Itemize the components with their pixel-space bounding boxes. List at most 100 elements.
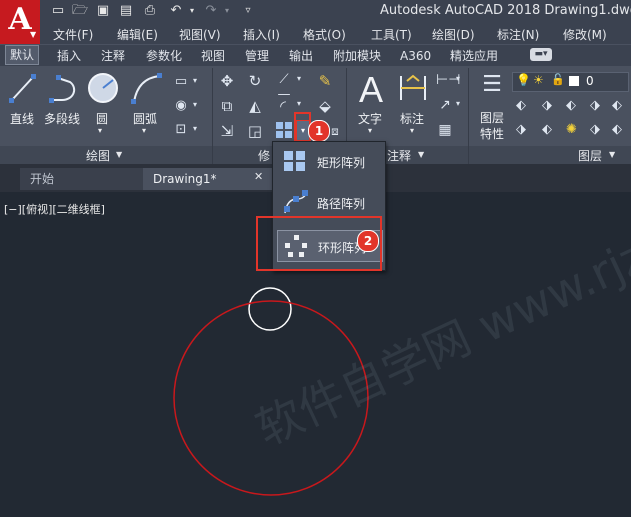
explode-icon[interactable]: ⬙ — [316, 97, 334, 115]
tab-view[interactable]: 视图 — [201, 47, 225, 65]
polyline-label: 多段线 — [44, 112, 81, 126]
tab-manage[interactable]: 管理 — [245, 47, 269, 65]
layer-properties-label-line1: 图层 — [480, 111, 505, 125]
layer-tool-icon[interactable]: ⬖ — [516, 98, 526, 113]
layer-tool-icon[interactable]: ⬖ — [612, 122, 622, 137]
leader-icon[interactable]: ↗ — [436, 97, 454, 115]
tab-annotate[interactable]: 注释 — [101, 47, 125, 65]
chevron-down-icon[interactable]: ▼ — [418, 150, 424, 159]
fillet-icon[interactable]: ◜ — [274, 97, 292, 115]
layer-tool-icon[interactable]: ⬗ — [590, 122, 600, 137]
save-as-icon[interactable]: ▤ — [118, 3, 134, 19]
rectangular-array-label: 矩形阵列 — [317, 156, 366, 170]
chevron-down-icon[interactable]: ▾ — [410, 126, 414, 135]
linear-dimension-icon[interactable]: ⊢⊣ — [436, 72, 460, 90]
layers-panel-title[interactable]: 图层 — [578, 147, 602, 164]
scale-icon[interactable]: ◲ — [246, 122, 264, 140]
menu-item-rectangular-array[interactable]: 矩形阵列 — [277, 146, 381, 176]
menu-dimension[interactable]: 标注(N) — [497, 26, 539, 43]
chevron-down-icon: ▼ — [30, 30, 37, 39]
offset-icon[interactable]: ⧈ — [328, 124, 342, 138]
ribbon-options-button[interactable]: ▬▾ — [530, 48, 552, 61]
menu-draw[interactable]: 绘图(D) — [432, 26, 475, 43]
array-button[interactable] — [275, 121, 293, 139]
redo-icon[interactable]: ↷ — [203, 3, 219, 19]
layer-properties-icon[interactable]: ☰ — [478, 72, 506, 104]
chevron-down-icon[interactable]: ▾ — [193, 100, 197, 109]
rotate-icon[interactable]: ↻ — [246, 72, 264, 90]
circle-button[interactable] — [87, 72, 119, 104]
lightbulb-icon: 💡 — [516, 73, 531, 87]
layer-tool-icon[interactable]: ⬖ — [542, 122, 552, 137]
callout-badge-1: 1 — [308, 120, 330, 142]
layer-tool-icon[interactable]: ⬗ — [542, 98, 552, 113]
tab-a360[interactable]: A360 — [400, 47, 431, 65]
dimension-button[interactable] — [397, 72, 429, 104]
polyline-button[interactable] — [48, 72, 82, 106]
open-folder-icon[interactable]: 🗁 — [72, 3, 88, 19]
chevron-down-icon[interactable]: ▾ — [297, 99, 301, 108]
menu-edit[interactable]: 编辑(E) — [117, 26, 158, 43]
mirror-icon[interactable]: ◭ — [246, 97, 264, 115]
table-icon[interactable]: ▦ — [436, 122, 454, 140]
chevron-down-icon[interactable]: ▾ — [193, 124, 197, 133]
menu-view[interactable]: 视图(V) — [179, 26, 221, 43]
erase-icon[interactable]: ✎ — [316, 72, 334, 90]
tab-start[interactable]: 开始 — [20, 168, 145, 190]
text-icon[interactable]: A — [356, 70, 386, 110]
menu-item-path-array[interactable]: 路径阵列 — [277, 187, 381, 217]
new-file-icon[interactable]: ▭ — [50, 3, 66, 19]
chevron-down-icon[interactable]: ▼ — [116, 150, 122, 159]
chevron-down-icon[interactable]: ▾ — [193, 76, 197, 85]
chevron-down-icon[interactable]: ▼ — [609, 150, 615, 159]
layer-tool-icon[interactable]: ⬗ — [516, 122, 526, 137]
current-layer-value: 0 — [586, 74, 594, 88]
menu-format[interactable]: 格式(O) — [303, 26, 346, 43]
chevron-down-icon[interactable]: ▾ — [297, 74, 301, 83]
tab-featured-apps[interactable]: 精选应用 — [450, 47, 498, 65]
arc-button[interactable] — [130, 72, 164, 106]
chevron-down-icon[interactable]: ▾ — [456, 74, 460, 83]
draw-panel-title[interactable]: 绘图 — [86, 147, 110, 164]
undo-dropdown-icon[interactable]: ▾ — [184, 3, 200, 19]
menu-modify[interactable]: 修改(M) — [563, 26, 607, 43]
tab-insert[interactable]: 插入 — [57, 47, 81, 65]
tab-parametric[interactable]: 参数化 — [146, 47, 182, 65]
menu-insert[interactable]: 插入(I) — [243, 26, 280, 43]
move-icon[interactable]: ✥ — [218, 72, 236, 90]
copy-icon[interactable]: ⧉ — [218, 97, 236, 115]
tab-default[interactable]: 默认 — [5, 45, 40, 65]
tab-output[interactable]: 输出 — [289, 47, 313, 65]
chevron-down-icon[interactable]: ▾ — [456, 99, 460, 108]
panel-divider — [468, 68, 469, 164]
annotation-panel-title[interactable]: 注释 — [387, 147, 411, 164]
layer-tool-icon[interactable]: ⬖ — [566, 98, 576, 113]
layer-dropdown[interactable]: 💡 ☀ 🔓 0 — [512, 72, 629, 92]
undo-icon[interactable]: ↶ — [168, 3, 184, 19]
window-title: Autodesk AutoCAD 2018 Drawing1.dwg — [380, 3, 631, 18]
line-button[interactable] — [8, 72, 38, 106]
layer-tool-icon[interactable]: ✺ — [566, 122, 577, 137]
layer-tool-icon[interactable]: ⬖ — [612, 98, 622, 113]
redo-dropdown-icon[interactable]: ▾ — [219, 3, 235, 19]
chevron-down-icon[interactable]: ▾ — [98, 126, 102, 135]
print-icon[interactable]: ⎙ — [142, 3, 158, 19]
save-icon[interactable]: ▣ — [95, 3, 111, 19]
panel-divider — [212, 68, 213, 164]
chevron-down-icon[interactable]: ▾ — [368, 126, 372, 135]
hatch-icon[interactable]: ◉ — [172, 98, 190, 114]
tab-addins[interactable]: 附加模块 — [333, 47, 381, 65]
modify-panel-title[interactable]: 修 — [258, 147, 270, 164]
menu-file[interactable]: 文件(F) — [53, 26, 93, 43]
customize-toolbar-icon[interactable]: ▿ — [240, 3, 256, 19]
menu-tools[interactable]: 工具(T) — [371, 26, 412, 43]
layer-tool-icon[interactable]: ⬗ — [590, 98, 600, 113]
chevron-down-icon[interactable]: ▾ — [142, 126, 146, 135]
small-circle[interactable] — [248, 287, 292, 331]
stretch-icon[interactable]: ⇲ — [218, 122, 236, 140]
trim-icon[interactable]: ⟋— — [274, 72, 294, 102]
rectangle-icon[interactable]: ▭ — [172, 74, 190, 90]
boundary-icon[interactable]: ⊡ — [172, 122, 190, 138]
close-icon[interactable]: ✕ — [254, 170, 263, 183]
line-icon — [9, 74, 36, 103]
